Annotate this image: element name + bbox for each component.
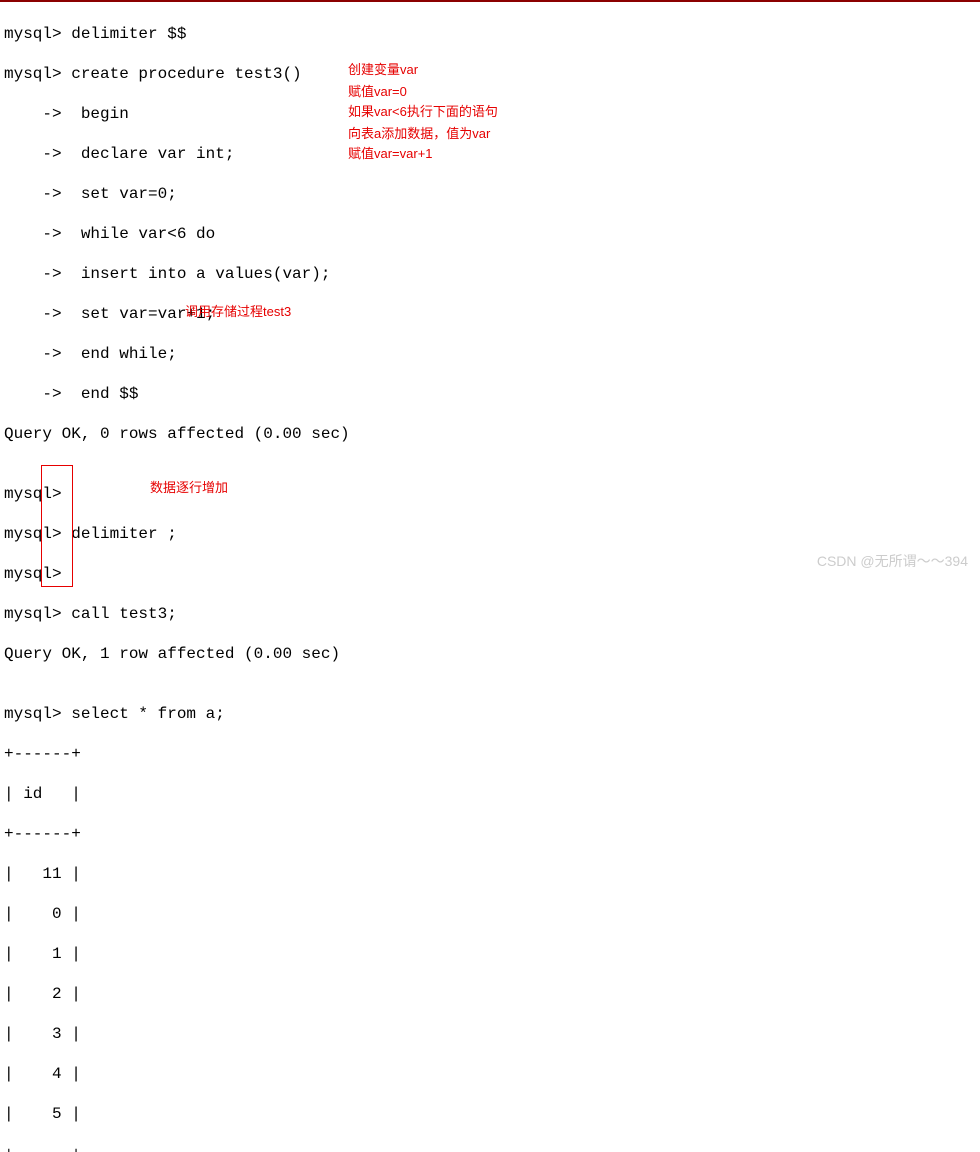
code-line: Query OK, 1 row affected (0.00 sec) bbox=[4, 644, 976, 664]
code-line: -> insert into a values(var); bbox=[4, 264, 976, 284]
code-line: +------+ bbox=[4, 1144, 976, 1152]
code-line: mysql> delimiter $$ bbox=[4, 24, 976, 44]
code-line: -> set var=0; bbox=[4, 184, 976, 204]
code-line: -> end $$ bbox=[4, 384, 976, 404]
watermark: CSDN @无所谓～～394 bbox=[817, 553, 968, 571]
annotation-insert: 向表a添加数据，值为var bbox=[348, 126, 490, 142]
annotation-declare: 创建变量var bbox=[348, 62, 418, 78]
code-line: -> set var=var+1; bbox=[4, 304, 976, 324]
code-line: | 5 | bbox=[4, 1104, 976, 1124]
code-line: -> end while; bbox=[4, 344, 976, 364]
terminal-output: mysql> delimiter $$ mysql> create proced… bbox=[0, 2, 980, 1152]
code-line: | 2 | bbox=[4, 984, 976, 1004]
code-line: | id | bbox=[4, 784, 976, 804]
code-line: | 0 | bbox=[4, 904, 976, 924]
code-line: Query OK, 0 rows affected (0.00 sec) bbox=[4, 424, 976, 444]
code-line: | 11 | bbox=[4, 864, 976, 884]
annotation-data: 数据逐行增加 bbox=[150, 480, 228, 496]
code-line: -> declare var int; bbox=[4, 144, 976, 164]
code-line: | 4 | bbox=[4, 1064, 976, 1084]
code-line: mysql> call test3; bbox=[4, 604, 976, 624]
code-line: | 3 | bbox=[4, 1024, 976, 1044]
annotation-set0: 赋值var=0 bbox=[348, 84, 407, 100]
annotation-setplus: 赋值var=var+1 bbox=[348, 146, 433, 162]
code-line: +------+ bbox=[4, 824, 976, 844]
code-line: | 1 | bbox=[4, 944, 976, 964]
code-line: mysql> select * from a; bbox=[4, 704, 976, 724]
code-line: mysql> delimiter ; bbox=[4, 524, 976, 544]
annotation-while: 如果var<6执行下面的语句 bbox=[348, 104, 498, 120]
code-line: -> while var<6 do bbox=[4, 224, 976, 244]
annotation-call: 调用存储过程test3 bbox=[185, 304, 291, 320]
code-line: mysql> create procedure test3() bbox=[4, 64, 976, 84]
code-line: +------+ bbox=[4, 744, 976, 764]
